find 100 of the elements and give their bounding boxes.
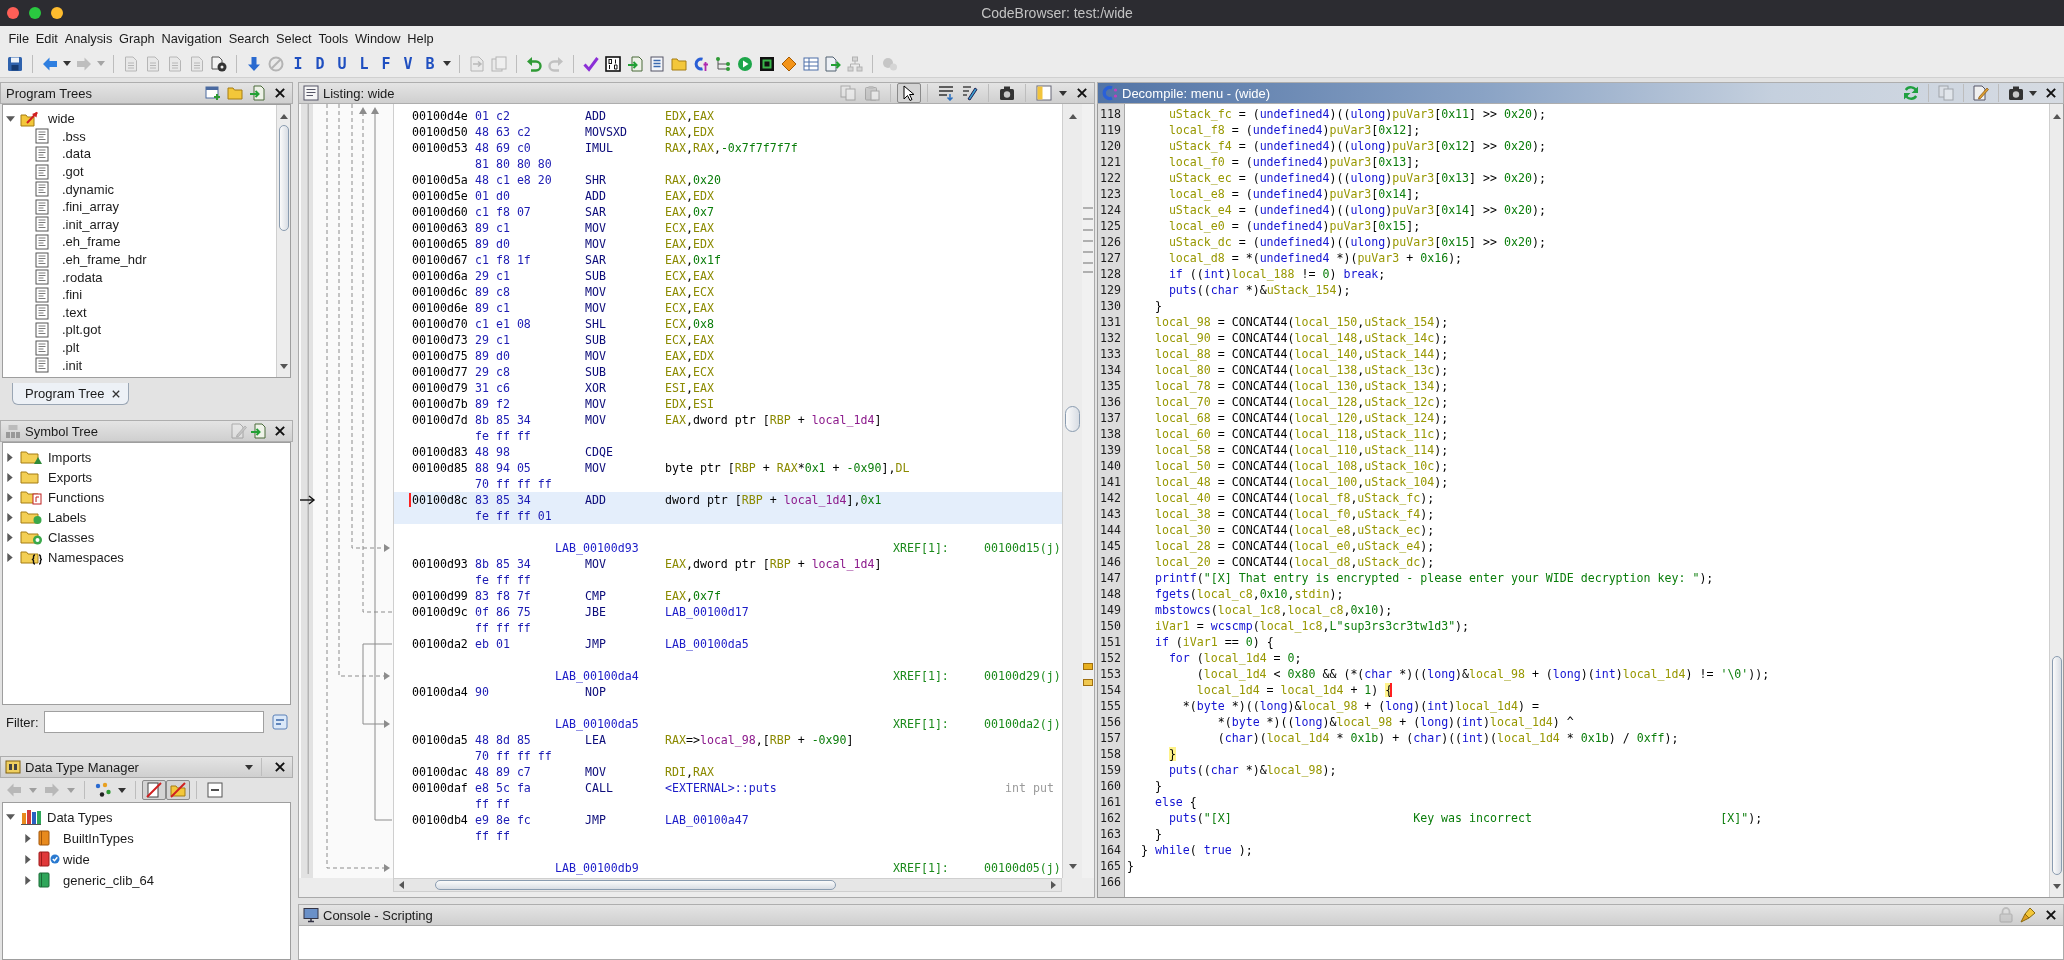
letter-button[interactable]: V — [400, 54, 416, 73]
tab[interactable]: Program Tree — [12, 383, 130, 405]
xref-address[interactable]: 00100d29(j) — [984, 668, 1061, 684]
pencil-document-icon[interactable] — [1973, 85, 1989, 101]
refresh-icon[interactable] — [1903, 85, 1919, 101]
tree-item[interactable]: .init_array — [62, 216, 120, 232]
window-minimize-button[interactable] — [51, 7, 63, 19]
tree-item[interactable]: Data Types — [47, 809, 113, 825]
diamond-icon[interactable] — [781, 55, 797, 72]
caret-icon[interactable] — [63, 61, 71, 66]
scrollbar[interactable] — [276, 105, 290, 377]
up-triangle-icon[interactable] — [279, 114, 288, 119]
tree-item[interactable]: .fini — [62, 287, 83, 303]
code-label[interactable]: LAB_00100da5 — [555, 717, 639, 731]
menu-item[interactable]: Help — [403, 30, 438, 46]
up-triangle-icon[interactable] — [2052, 114, 2061, 119]
tree-item[interactable]: Namespaces — [48, 549, 124, 565]
dots-icon[interactable] — [95, 782, 111, 798]
document-arrow-icon[interactable] — [825, 55, 841, 72]
window-close-button[interactable] — [7, 7, 19, 19]
chip-icon[interactable] — [759, 55, 775, 72]
caret-icon[interactable] — [443, 61, 451, 66]
checkmark-icon[interactable] — [583, 55, 599, 72]
tree-item[interactable]: .text — [62, 304, 87, 320]
scrollbar-thumb[interactable] — [435, 880, 836, 890]
down-arrow-icon[interactable] — [246, 55, 262, 72]
letter-button[interactable]: B — [422, 54, 438, 73]
document-disk-icon[interactable] — [211, 55, 227, 72]
tree-item[interactable]: .eh_frame_hdr — [62, 252, 147, 268]
tree-item[interactable]: .bss — [62, 128, 86, 144]
folder-icon[interactable] — [671, 55, 687, 72]
tree-item[interactable]: Functions — [48, 489, 105, 505]
overview-bar[interactable] — [1082, 104, 1094, 878]
scrollbar[interactable] — [393, 878, 1062, 892]
scrollbar-thumb[interactable] — [1065, 406, 1080, 432]
down-triangle-icon[interactable] — [2052, 884, 2061, 889]
xref-address[interactable]: 00100d05(j) — [984, 860, 1061, 876]
right-triangle-icon[interactable] — [7, 552, 13, 562]
menu-item[interactable]: Navigation — [158, 30, 226, 46]
scrollbar[interactable] — [1062, 104, 1082, 878]
right-triangle-icon[interactable] — [7, 492, 13, 502]
tree-icon[interactable] — [715, 55, 731, 72]
letter-button[interactable]: I — [290, 54, 306, 73]
letter-button[interactable]: D — [312, 54, 328, 73]
down-triangle-icon[interactable] — [5, 115, 15, 122]
tree-item[interactable]: generic_clib_64 — [63, 872, 155, 888]
code-label[interactable]: LAB_00100db9 — [555, 861, 639, 875]
tree-item[interactable]: .got — [62, 164, 84, 180]
camera-icon[interactable] — [2008, 85, 2024, 101]
tree-item[interactable]: wide — [63, 851, 90, 867]
marker-icon[interactable] — [1083, 679, 1093, 686]
letter-button[interactable]: F — [378, 54, 394, 73]
tree-item[interactable]: .plt.got — [62, 322, 102, 338]
columns-icon[interactable] — [938, 85, 954, 101]
broom-icon[interactable] — [2020, 907, 2036, 923]
xref-address[interactable]: 00100da2(j) — [984, 716, 1061, 732]
close-icon[interactable] — [2045, 87, 2057, 99]
folder-icon[interactable] — [227, 85, 243, 101]
close-icon[interactable] — [112, 389, 121, 398]
caret-icon[interactable] — [2029, 90, 2037, 96]
caret-icon[interactable] — [245, 764, 253, 770]
tree-item[interactable]: .plt — [62, 340, 80, 355]
menu-item[interactable]: Window — [351, 30, 404, 46]
tree-item[interactable]: Classes — [48, 529, 95, 545]
collapse-icon[interactable] — [207, 782, 223, 798]
menu-item[interactable]: Analysis — [61, 30, 116, 46]
tree-item[interactable]: Labels — [48, 509, 87, 525]
left-arrow-icon[interactable] — [42, 55, 58, 72]
window-maximize-button[interactable] — [29, 7, 41, 19]
right-triangle-icon[interactable] — [7, 452, 13, 462]
left-triangle-icon[interactable] — [399, 881, 404, 889]
menu-item[interactable]: Graph — [115, 30, 159, 46]
pencil-icon[interactable] — [962, 85, 978, 101]
menu-item[interactable]: Select — [272, 30, 315, 46]
tree-item[interactable]: BuiltInTypes — [63, 830, 134, 846]
xref-address[interactable]: 00100d15(j) — [984, 540, 1061, 556]
close-icon[interactable] — [274, 87, 286, 99]
console-area[interactable] — [298, 926, 2064, 960]
tree-item[interactable]: .rodata — [62, 269, 103, 285]
table-icon[interactable] — [803, 55, 819, 72]
arrow-document-icon[interactable] — [250, 423, 266, 439]
letter-button[interactable]: L — [356, 54, 372, 73]
tree-item[interactable]: .eh_frame — [62, 234, 121, 250]
play-icon[interactable] — [737, 55, 753, 72]
up-triangle-icon[interactable] — [1068, 114, 1077, 119]
tree-item[interactable]: .dynamic — [62, 181, 115, 197]
tree-item[interactable]: .init — [62, 357, 83, 373]
camera-icon[interactable] — [999, 85, 1015, 101]
letter-button[interactable]: U — [334, 54, 350, 73]
right-triangle-icon[interactable] — [1051, 881, 1056, 889]
menu-item[interactable]: Search — [225, 30, 273, 46]
menu-item[interactable]: Edit — [32, 30, 62, 46]
right-triangle-icon[interactable] — [7, 532, 13, 542]
filter-field[interactable] — [44, 711, 264, 733]
tree-item[interactable]: .data — [62, 146, 91, 162]
tree-item[interactable]: Imports — [48, 449, 92, 465]
close-icon[interactable] — [274, 425, 286, 437]
undo-icon[interactable] — [526, 55, 542, 72]
right-triangle-icon[interactable] — [25, 875, 31, 885]
binary-icon[interactable] — [605, 55, 621, 72]
